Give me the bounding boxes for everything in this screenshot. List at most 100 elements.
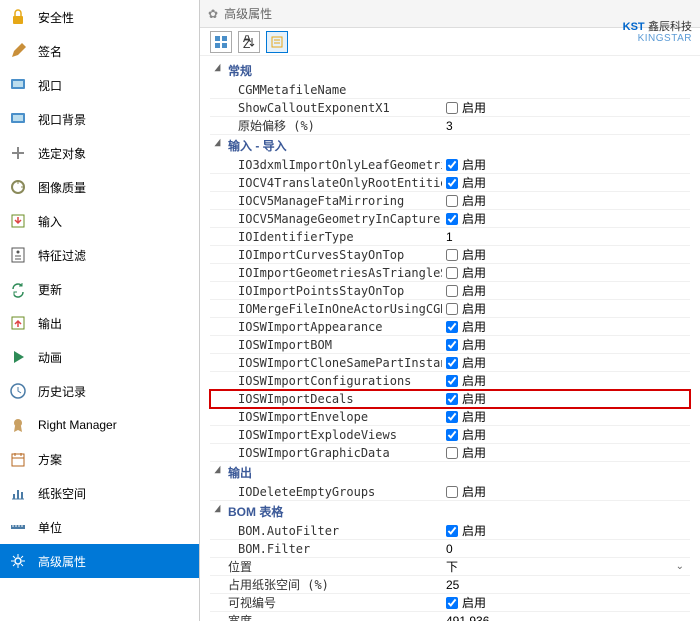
sidebar-item-history[interactable]: 历史记录 — [0, 374, 199, 408]
categorized-button[interactable] — [210, 31, 232, 53]
sidebar-item-paper-space[interactable]: 纸张空间 — [0, 476, 199, 510]
enable-checkbox[interactable] — [446, 159, 458, 171]
sidebar-item-viewport[interactable]: 视口 — [0, 68, 199, 102]
property-row[interactable]: BOM.Filter0 — [210, 540, 690, 558]
enable-checkbox[interactable] — [446, 339, 458, 351]
enable-checkbox[interactable] — [446, 195, 458, 207]
property-row[interactable]: IOSWImportCloneSamePartInstances启用 — [210, 354, 690, 372]
property-value[interactable]: 启用 — [442, 264, 690, 281]
property-value[interactable]: 启用 — [442, 426, 690, 443]
property-row[interactable]: IOSWImportExplodeViews启用 — [210, 426, 690, 444]
dropdown[interactable]: 下 — [446, 558, 690, 575]
sidebar-item-filter[interactable]: 特征过滤 — [0, 238, 199, 272]
sidebar-item-selected[interactable]: 选定对象 — [0, 136, 199, 170]
property-row[interactable]: 占用纸张空间 (%)25 — [210, 576, 690, 594]
property-value[interactable]: 启用 — [442, 444, 690, 461]
property-value[interactable]: 启用 — [442, 300, 690, 317]
property-row[interactable]: CGMMetafileName — [210, 81, 690, 99]
enable-checkbox[interactable] — [446, 375, 458, 387]
property-value[interactable]: 启用 — [442, 210, 690, 227]
enable-checkbox[interactable] — [446, 393, 458, 405]
sidebar-item-image-quality[interactable]: 图像质量 — [0, 170, 199, 204]
property-row[interactable]: 可视编号启用 — [210, 594, 690, 612]
property-value[interactable]: 启用 — [442, 156, 690, 173]
property-row[interactable]: IOCV5ManageFtaMirroring启用 — [210, 192, 690, 210]
enable-checkbox[interactable] — [446, 213, 458, 225]
enable-checkbox[interactable] — [446, 177, 458, 189]
property-value[interactable]: 1 — [442, 230, 690, 244]
property-value[interactable]: 启用 — [442, 372, 690, 389]
cat-general[interactable]: 常规 — [210, 60, 690, 81]
enable-checkbox[interactable] — [446, 303, 458, 315]
sidebar-item-units[interactable]: 单位 — [0, 510, 199, 544]
property-row[interactable]: IODeleteEmptyGroups启用 — [210, 483, 690, 501]
property-row[interactable]: BOM.AutoFilter启用 — [210, 522, 690, 540]
property-row[interactable]: IOMergeFileInOneActorUsingCGR启用 — [210, 300, 690, 318]
property-value[interactable]: 下 — [442, 558, 690, 575]
enable-checkbox[interactable] — [446, 321, 458, 333]
alphabetical-button[interactable]: AZ — [238, 31, 260, 53]
property-grid[interactable]: 常规CGMMetafileNameShowCalloutExponentX1启用… — [200, 56, 700, 621]
property-value[interactable]: 启用 — [442, 408, 690, 425]
property-value[interactable]: 启用 — [442, 246, 690, 263]
enable-checkbox[interactable] — [446, 597, 458, 609]
property-row[interactable]: ShowCalloutExponentX1启用 — [210, 99, 690, 117]
property-row[interactable]: 原始偏移 (%)3 — [210, 117, 690, 135]
sidebar-item-update[interactable]: 更新 — [0, 272, 199, 306]
property-row[interactable]: IOImportCurvesStayOnTop启用 — [210, 246, 690, 264]
property-value[interactable]: 491.936 — [442, 614, 690, 621]
sidebar-item-signature[interactable]: 签名 — [0, 34, 199, 68]
enable-checkbox[interactable] — [446, 429, 458, 441]
property-row[interactable]: IOCV4TranslateOnlyRootEntities启用 — [210, 174, 690, 192]
property-row[interactable]: IOSWImportBOM启用 — [210, 336, 690, 354]
property-value[interactable]: 启用 — [442, 336, 690, 353]
property-row[interactable]: IOSWImportEnvelope启用 — [210, 408, 690, 426]
enable-checkbox[interactable] — [446, 486, 458, 498]
property-value[interactable]: 启用 — [442, 192, 690, 209]
property-value[interactable]: 启用 — [442, 282, 690, 299]
property-pages-button[interactable] — [266, 31, 288, 53]
property-value[interactable]: 启用 — [442, 522, 690, 539]
property-row[interactable]: IOSWImportDecals启用 — [210, 390, 690, 408]
property-row[interactable]: IOSWImportAppearance启用 — [210, 318, 690, 336]
enable-checkbox[interactable] — [446, 285, 458, 297]
sidebar-item-input[interactable]: 输入 — [0, 204, 199, 238]
property-value[interactable]: 3 — [442, 119, 690, 133]
sidebar-item-advanced[interactable]: 高级属性 — [0, 544, 199, 578]
sidebar-item-animation[interactable]: 动画 — [0, 340, 199, 374]
property-value[interactable]: 启用 — [442, 594, 690, 611]
property-value[interactable]: 启用 — [442, 174, 690, 191]
sidebar-item-output[interactable]: 输出 — [0, 306, 199, 340]
property-value[interactable]: 启用 — [442, 99, 690, 116]
property-row[interactable]: IOIdentifierType1 — [210, 228, 690, 246]
enable-checkbox[interactable] — [446, 411, 458, 423]
property-value[interactable]: 启用 — [442, 390, 690, 407]
property-value[interactable]: 启用 — [442, 318, 690, 335]
enable-checkbox[interactable] — [446, 249, 458, 261]
enable-checkbox[interactable] — [446, 357, 458, 369]
property-value[interactable]: 0 — [442, 542, 690, 556]
cat-bom[interactable]: BOM 表格 — [210, 501, 690, 522]
property-row[interactable]: IOImportPointsStayOnTop启用 — [210, 282, 690, 300]
sidebar-item-label: 更新 — [38, 281, 62, 298]
sidebar-item-scheme[interactable]: 方案 — [0, 442, 199, 476]
property-value[interactable]: 25 — [442, 578, 690, 592]
sidebar-item-viewport-bg[interactable]: 视口背景 — [0, 102, 199, 136]
property-row[interactable]: IOSWImportGraphicData启用 — [210, 444, 690, 462]
property-row[interactable]: 宽度491.936 — [210, 612, 690, 621]
sidebar-item-security[interactable]: 安全性 — [0, 0, 199, 34]
enable-checkbox[interactable] — [446, 525, 458, 537]
property-row[interactable]: IOSWImportConfigurations启用 — [210, 372, 690, 390]
enable-checkbox[interactable] — [446, 447, 458, 459]
enable-checkbox[interactable] — [446, 267, 458, 279]
property-row[interactable]: IO3dxmlImportOnlyLeafGeometries启用 — [210, 156, 690, 174]
property-row[interactable]: IOCV5ManageGeometryInCapture启用 — [210, 210, 690, 228]
property-row[interactable]: 位置下 — [210, 558, 690, 576]
cat-output[interactable]: 输出 — [210, 462, 690, 483]
property-value[interactable]: 启用 — [442, 483, 690, 500]
sidebar-item-right-manager[interactable]: Right Manager — [0, 408, 199, 442]
enable-checkbox[interactable] — [446, 102, 458, 114]
property-row[interactable]: IOImportGeometriesAsTriangleStripSet启用 — [210, 264, 690, 282]
cat-import[interactable]: 输入 - 导入 — [210, 135, 690, 156]
property-value[interactable]: 启用 — [442, 354, 690, 371]
